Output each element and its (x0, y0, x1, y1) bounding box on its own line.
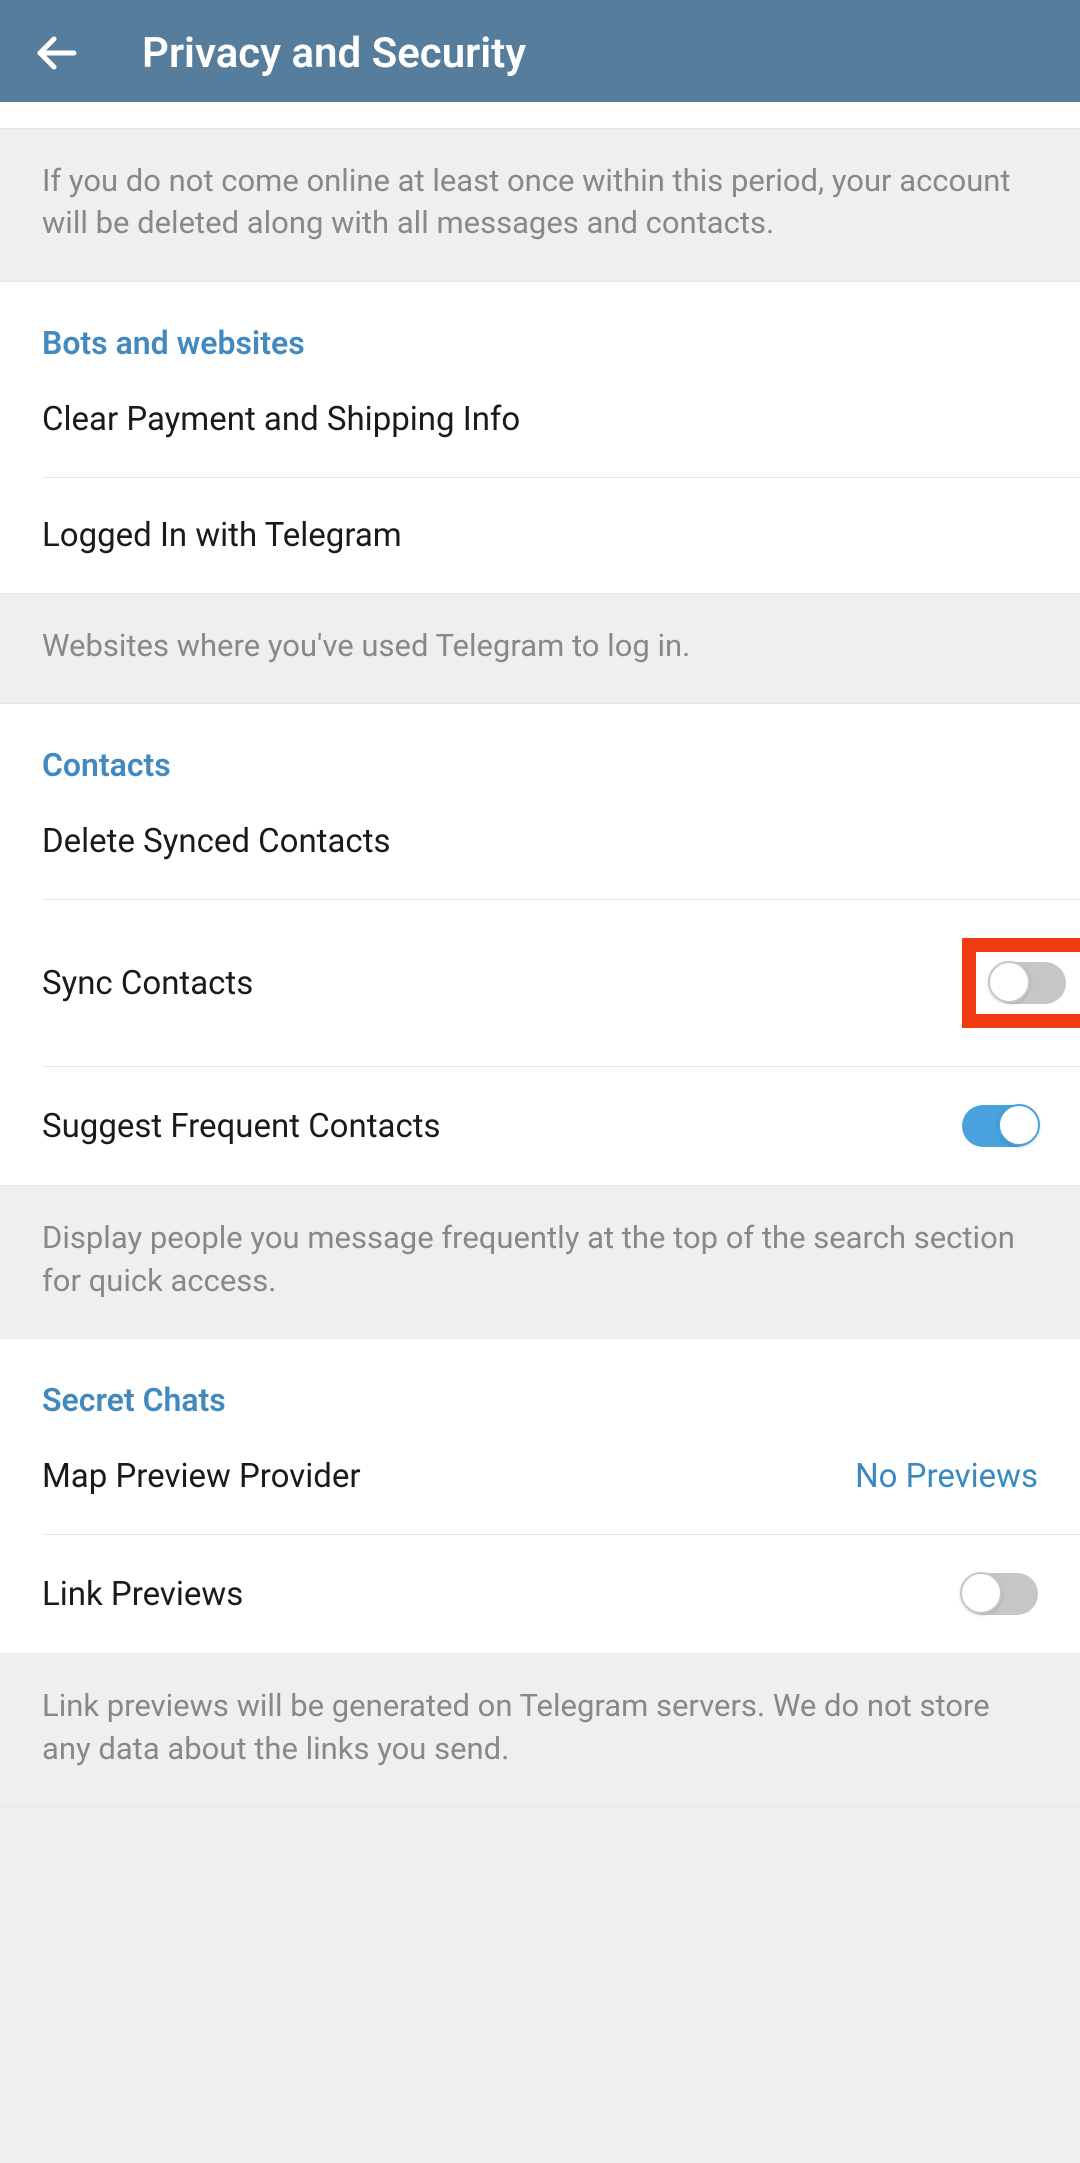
section-header: Bots and websites (0, 282, 1080, 362)
secret-chats-section: Secret Chats Map Preview Provider No Pre… (0, 1339, 1080, 1653)
delete-synced-item[interactable]: Delete Synced Contacts (0, 784, 1080, 899)
map-preview-value: No Previews (855, 1457, 1038, 1496)
white-strip (0, 102, 1080, 128)
delete-synced-label: Delete Synced Contacts (42, 822, 391, 861)
suggest-frequent-toggle[interactable] (962, 1105, 1038, 1147)
info-text: If you do not come online at least once … (42, 160, 1038, 245)
suggest-frequent-label: Suggest Frequent Contacts (42, 1107, 441, 1146)
clear-payment-item[interactable]: Clear Payment and Shipping Info (0, 362, 1080, 477)
info-text: Display people you message frequently at… (42, 1217, 1038, 1302)
info-text: Websites where you've used Telegram to l… (42, 625, 1038, 667)
link-previews-label: Link Previews (42, 1575, 243, 1614)
map-preview-label: Map Preview Provider (42, 1457, 361, 1496)
section-title-secret: Secret Chats (42, 1381, 1038, 1419)
contacts-info: Display people you message frequently at… (0, 1185, 1080, 1339)
link-previews-item[interactable]: Link Previews (0, 1535, 1080, 1653)
logged-in-item[interactable]: Logged In with Telegram (0, 478, 1080, 593)
toggle-knob (960, 1572, 1002, 1614)
bots-websites-info: Websites where you've used Telegram to l… (0, 593, 1080, 704)
suggest-frequent-item[interactable]: Suggest Frequent Contacts (0, 1067, 1080, 1185)
info-text: Link previews will be generated on Teleg… (42, 1685, 1038, 1770)
app-header: Privacy and Security (0, 0, 1080, 102)
back-arrow-icon[interactable] (32, 29, 80, 77)
sync-contacts-toggle[interactable] (990, 962, 1066, 1004)
contacts-section: Contacts Delete Synced Contacts Sync Con… (0, 704, 1080, 1185)
map-preview-item[interactable]: Map Preview Provider No Previews (0, 1419, 1080, 1534)
page-title: Privacy and Security (142, 29, 526, 78)
section-header: Contacts (0, 704, 1080, 784)
sync-contacts-item[interactable]: Sync Contacts (0, 900, 1080, 1066)
logged-in-label: Logged In with Telegram (42, 516, 402, 555)
link-previews-toggle[interactable] (962, 1573, 1038, 1615)
link-previews-info: Link previews will be generated on Teleg… (0, 1653, 1080, 1807)
section-title-contacts: Contacts (42, 746, 1038, 784)
sync-contacts-label: Sync Contacts (42, 964, 253, 1003)
clear-payment-label: Clear Payment and Shipping Info (42, 400, 520, 439)
highlight-box (962, 938, 1080, 1028)
bots-websites-section: Bots and websites Clear Payment and Ship… (0, 282, 1080, 593)
toggle-knob (988, 961, 1030, 1003)
toggle-knob (998, 1104, 1040, 1146)
section-title-bots: Bots and websites (42, 324, 1038, 362)
section-header: Secret Chats (0, 1339, 1080, 1419)
account-deletion-info: If you do not come online at least once … (0, 128, 1080, 282)
